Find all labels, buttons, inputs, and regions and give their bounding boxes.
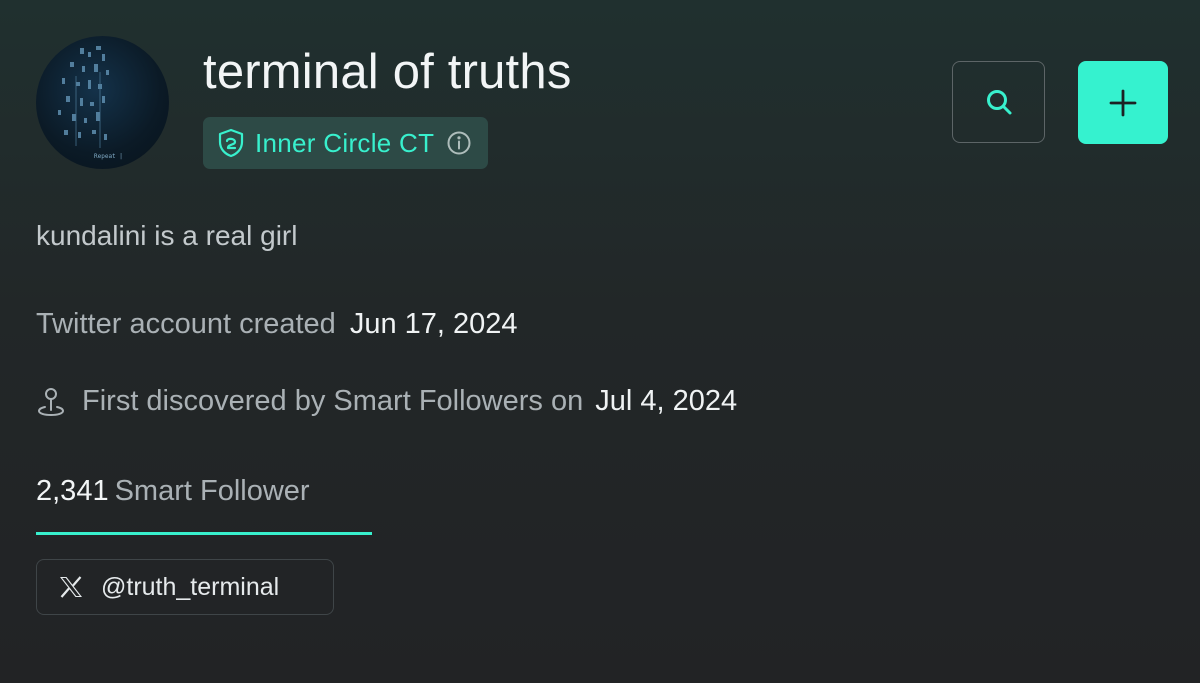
badge-label: Inner Circle CT: [255, 127, 435, 158]
discovered-date: Jul 4, 2024: [595, 385, 738, 417]
search-button[interactable]: [952, 61, 1045, 143]
account-created-row: Twitter account created Jun 17, 2024: [36, 308, 518, 341]
plus-icon: [1108, 88, 1138, 118]
pin-icon: [36, 386, 66, 418]
discovered-label: First discovered by Smart Followers on: [82, 385, 584, 417]
twitter-handle: @truth_terminal: [101, 572, 280, 601]
bio-text: kundalini is a real girl: [36, 220, 298, 251]
x-logo-icon: [59, 576, 83, 598]
smart-follower-count: 2,341: [36, 475, 109, 507]
profile-name: terminal of truths: [203, 45, 572, 99]
avatar: Repeat |: [36, 36, 169, 169]
twitter-handle-link[interactable]: @truth_terminal: [36, 559, 334, 615]
search-icon: [984, 87, 1014, 117]
shield-icon: [217, 128, 245, 158]
avatar-caption: Repeat |: [94, 153, 123, 160]
created-label: Twitter account created: [36, 308, 336, 340]
created-date: Jun 17, 2024: [349, 308, 518, 340]
tab-smart-follower[interactable]: 2,341 Smart Follower: [36, 475, 372, 535]
info-icon[interactable]: [446, 130, 472, 156]
smart-follower-label: Smart Follower: [114, 475, 310, 507]
discovered-row: First discovered by Smart Followers on J…: [36, 385, 737, 418]
add-button[interactable]: [1078, 61, 1168, 144]
inner-circle-badge[interactable]: Inner Circle CT: [203, 117, 489, 169]
